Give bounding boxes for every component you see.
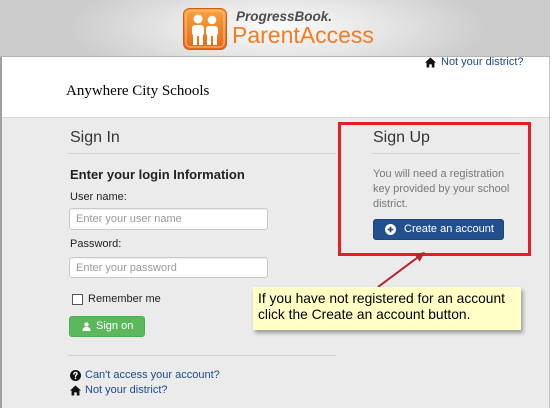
sign-on-label: Sign on [96,320,134,332]
username-label: User name: [70,191,127,203]
annotation-highlight-box [338,122,531,256]
cant-access-label: Can't access your account? [85,369,220,381]
annotation-arrow [377,252,425,288]
callout-line: If you have not registered for an accoun… [258,291,505,306]
district-bar: Not your district? Anywhere City Schools [0,56,550,117]
sign-in-title: Sign In [70,129,120,146]
remember-me-checkbox[interactable] [72,294,83,305]
username-input[interactable] [69,208,268,230]
parentaccess-logo[interactable]: ProgressBook. ParentAccess [183,8,374,52]
question-circle-icon [70,370,81,381]
not-your-district-link-top[interactable]: Not your district? [425,56,535,69]
annotation-callout: If you have not registered for an accoun… [253,287,521,330]
not-your-district-label: Not your district? [441,56,524,68]
app-header: ProgressBook. ParentAccess [0,0,550,57]
not-your-district-label: Not your district? [85,384,168,396]
not-your-district-link-bottom[interactable]: Not your district? [70,384,230,397]
sign-on-button[interactable]: Sign on [69,316,145,337]
logo-brand-main: ParentAccess [232,22,374,48]
remember-me-label[interactable]: Remember me [88,293,161,306]
home-icon [70,385,81,396]
sign-in-panel: Sign In Enter your login Information Use… [68,117,338,408]
password-input[interactable] [69,257,268,278]
district-name: Anywhere City Schools [66,83,210,99]
user-icon [82,322,91,331]
login-info-heading: Enter your login Information [70,167,245,182]
cant-access-account-link[interactable]: Can't access your account? [70,369,230,382]
sign-in-divider [68,153,336,154]
family-icon [183,8,227,50]
callout-line: click the Create an account button. [258,307,471,322]
sign-in-bottom-divider [68,355,336,356]
home-icon [425,57,436,68]
password-label: Password: [70,238,122,250]
